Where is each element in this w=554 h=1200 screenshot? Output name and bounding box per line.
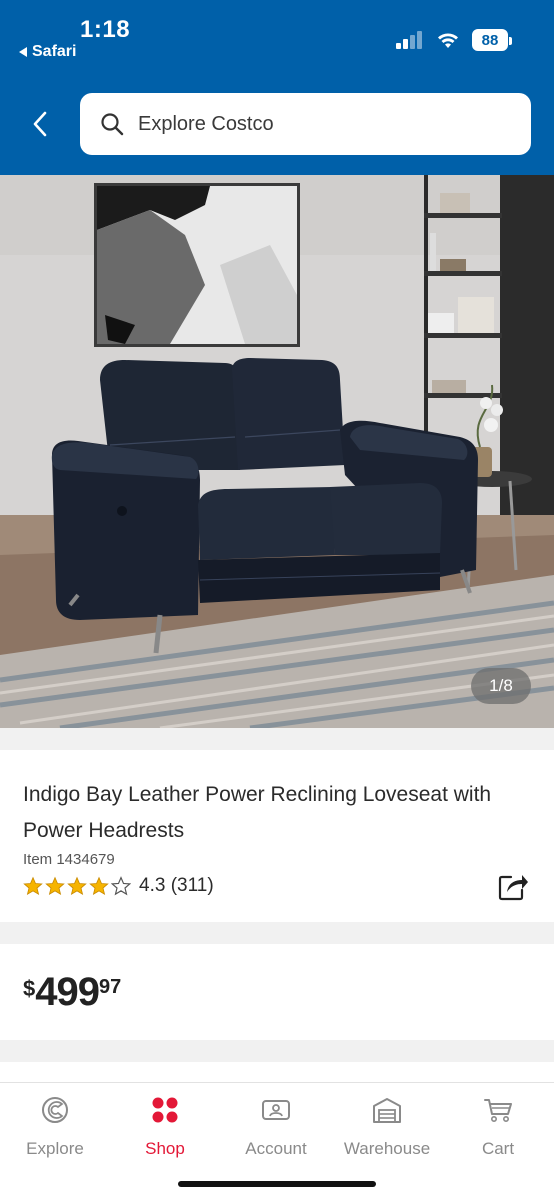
cellular-signal-icon (396, 31, 422, 49)
wifi-icon (438, 33, 458, 48)
section-divider (0, 922, 554, 944)
product-title: Indigo Bay Leather Power Reclining Loves… (23, 783, 492, 842)
status-time: 1:18 (80, 16, 131, 43)
account-icon (262, 1100, 290, 1120)
section-divider (0, 728, 554, 750)
section-divider (0, 1040, 554, 1062)
price-cents: 97 (99, 976, 122, 998)
star-full-icon (23, 876, 43, 896)
cart-icon (484, 1099, 512, 1122)
tab-label: Shop (145, 1139, 185, 1158)
tab-label: Cart (481, 1139, 515, 1158)
chevron-left-icon (33, 111, 47, 137)
search-input[interactable] (138, 112, 518, 136)
product-price: $ 499 97 (23, 970, 121, 1015)
tab-label: Account (245, 1139, 307, 1158)
search-bar[interactable] (80, 93, 531, 155)
image-counter: 1/8 (471, 668, 531, 704)
price-currency: $ (23, 976, 36, 1001)
price-dollars: 499 (35, 970, 100, 1014)
tab-account[interactable]: Account (221, 1093, 331, 1159)
back-to-safari[interactable]: Safari (18, 43, 76, 61)
product-image[interactable] (0, 175, 554, 728)
explore-icon (42, 1097, 68, 1123)
tab-label: Warehouse (343, 1139, 431, 1158)
star-rating (23, 876, 131, 896)
star-full-icon (45, 876, 65, 896)
loveseat-photo (0, 175, 554, 728)
tab-explore[interactable]: Explore (0, 1093, 110, 1159)
tab-label: Explore (26, 1139, 84, 1158)
back-button[interactable] (24, 108, 56, 140)
app-header: 1:18 Safari 88 (0, 0, 554, 175)
rating-summary[interactable]: 4.3 (311) (23, 875, 214, 897)
warehouse-icon (373, 1098, 401, 1123)
home-indicator (178, 1181, 376, 1187)
back-triangle-icon (19, 47, 27, 57)
share-button[interactable] (497, 870, 529, 902)
tab-shop[interactable]: Shop (110, 1093, 220, 1159)
star-full-icon (89, 876, 109, 896)
share-icon (498, 875, 528, 901)
status-indicators: 88 (396, 29, 512, 51)
star-empty-icon (111, 876, 131, 896)
back-app-label: Safari (32, 43, 77, 60)
rating-value: 4.3 (139, 875, 166, 896)
tab-warehouse[interactable]: Warehouse (332, 1093, 442, 1159)
shop-icon (152, 1097, 178, 1123)
battery-indicator: 88 (472, 29, 512, 51)
tab-cart[interactable]: Cart (443, 1093, 553, 1159)
star-full-icon (67, 876, 87, 896)
search-icon (101, 113, 124, 136)
item-number: Item 1434679 (23, 851, 115, 868)
rating-count: (311) (170, 875, 214, 896)
